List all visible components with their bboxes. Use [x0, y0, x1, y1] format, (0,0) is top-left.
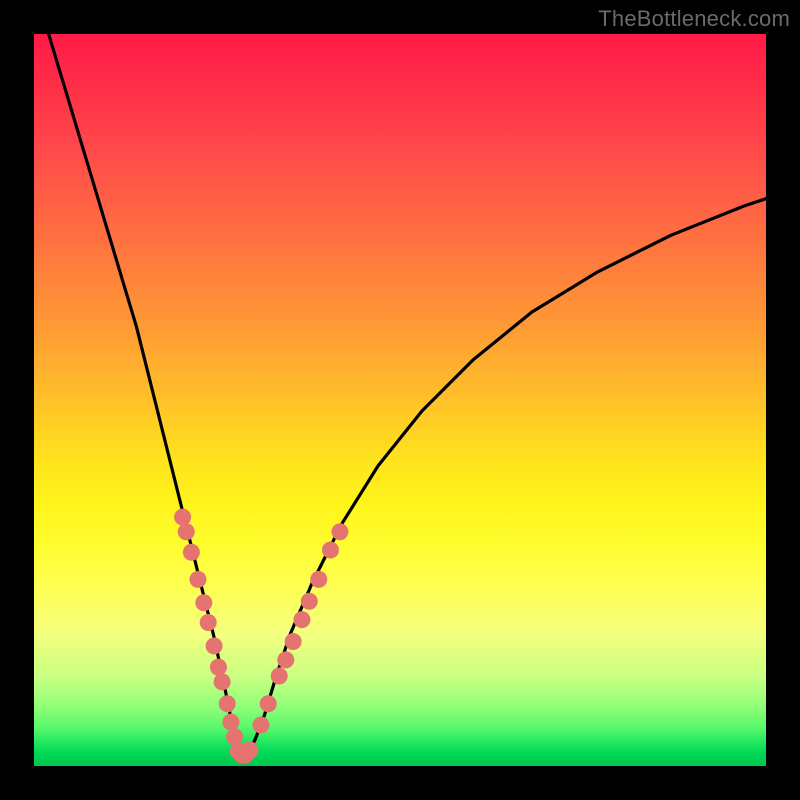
data-point [189, 571, 206, 588]
data-point [322, 542, 339, 559]
data-point [226, 728, 243, 745]
data-point [301, 593, 318, 610]
data-point [210, 659, 227, 676]
data-point [271, 667, 288, 684]
data-point [222, 714, 239, 731]
plot-area [34, 34, 766, 766]
data-point [219, 695, 236, 712]
data-point [293, 611, 310, 628]
data-point [183, 544, 200, 561]
data-point [331, 523, 348, 540]
data-point [200, 614, 217, 631]
data-point [195, 594, 212, 611]
data-point [285, 633, 302, 650]
data-point [206, 637, 223, 654]
data-point [214, 673, 231, 690]
curve-layer [49, 34, 766, 756]
data-point [178, 523, 195, 540]
chart-svg [34, 34, 766, 766]
dots-layer [174, 509, 348, 764]
chart-frame: TheBottleneck.com [0, 0, 800, 800]
data-point [277, 651, 294, 668]
data-point [252, 717, 269, 734]
data-point [241, 741, 258, 758]
data-point [260, 695, 277, 712]
data-point [310, 571, 327, 588]
watermark-text: TheBottleneck.com [598, 6, 790, 32]
bottleneck-curve [49, 34, 766, 756]
data-point [174, 509, 191, 526]
